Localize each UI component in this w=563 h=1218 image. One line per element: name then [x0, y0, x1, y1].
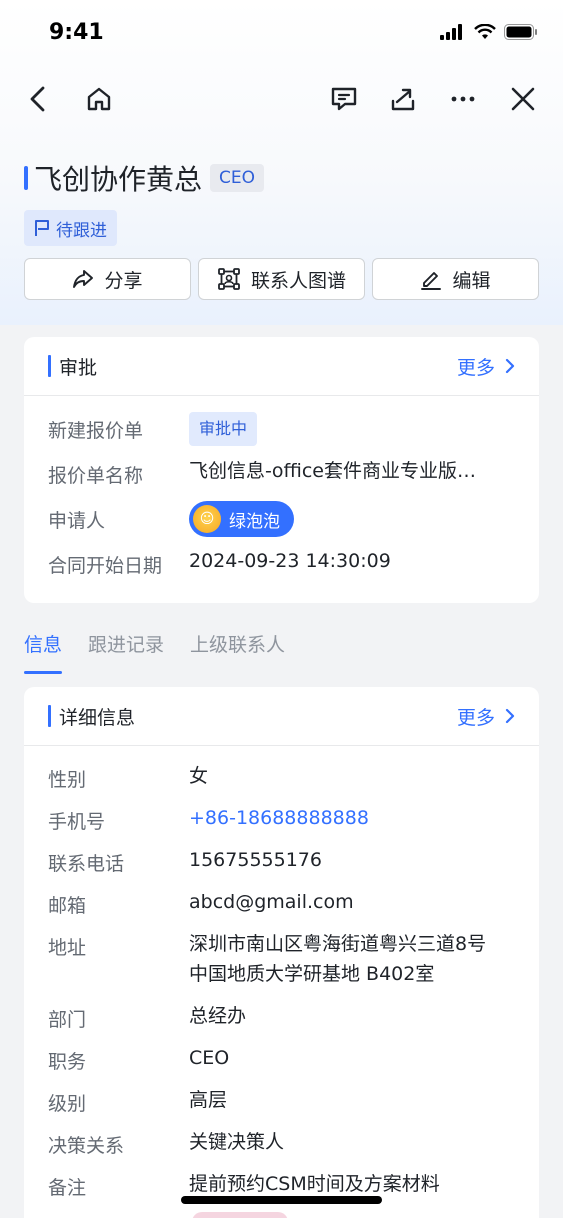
tab-info[interactable]: 信息 [24, 630, 63, 674]
home-indicator [181, 1196, 382, 1204]
graph-icon [218, 268, 240, 290]
job-title-value: CEO [189, 1047, 230, 1069]
position-badge: CEO [210, 164, 265, 192]
applicant-name: 绿泡泡 [229, 511, 280, 532]
tab-superior-contact[interactable]: 上级联系人 [190, 630, 285, 674]
contact-graph-label: 联系人图谱 [250, 269, 346, 292]
approval-card-header: 审批 更多 [24, 337, 539, 396]
approval-card: 审批 更多 新建报价单 审批中 报价单名称 飞创信息-office套件商业专业版… [24, 337, 539, 603]
edit-icon [421, 272, 442, 290]
approval-more-link[interactable]: 更多 [457, 353, 515, 380]
detail-card: 详细信息 更多 性别 女 手机号 +86-18688888888 联系电话 15… [24, 687, 539, 1218]
page-title: 飞创协作黄总 [34, 163, 203, 196]
email-label: 邮箱 [48, 895, 87, 917]
title-accent-bar [24, 166, 28, 190]
more-horizontal-icon [451, 96, 475, 102]
comment-icon [331, 87, 357, 111]
quote-name-value: 飞创信息-office套件商业专业版… [189, 460, 476, 482]
phone-value: 15675555176 [189, 849, 322, 871]
applicant-chip-wrap: ☺ 绿泡泡 [189, 501, 294, 537]
status-time: 9:41 [49, 20, 104, 45]
back-button[interactable] [21, 82, 55, 116]
contact-graph-button[interactable]: 联系人图谱 [198, 258, 365, 300]
approval-more-label: 更多 [456, 356, 495, 379]
avatar: ☺ [193, 505, 221, 533]
address-value: 深圳市南山区粤海街道粤兴三道8号中国地质大学研基地 B402室 [189, 933, 487, 985]
forward-button[interactable] [386, 82, 420, 116]
department-value: 总经办 [189, 1005, 247, 1027]
action-row: 分享 联系人图谱 编辑 [24, 258, 539, 300]
battery-icon [504, 24, 537, 40]
quote-name-label: 报价单名称 [48, 465, 144, 487]
share-button-label: 分享 [104, 269, 143, 292]
detail-more-label: 更多 [456, 706, 495, 729]
gender-value: 女 [189, 765, 209, 787]
remark-value: 提前预约CSM时间及方案材料 [189, 1173, 440, 1195]
next-row-avatar-peek [192, 1212, 288, 1218]
level-value: 高层 [189, 1089, 228, 1111]
section-accent-bar [48, 355, 51, 377]
share-icon [73, 270, 94, 288]
job-title-label: 职务 [48, 1051, 87, 1073]
status-tag-label: 待跟进 [56, 220, 107, 241]
address-label: 地址 [48, 937, 87, 959]
chevron-left-icon [30, 86, 45, 112]
approval-row-label: 新建报价单 [48, 420, 144, 442]
chevron-right-icon [505, 708, 515, 724]
applicant-label: 申请人 [48, 510, 106, 532]
close-button[interactable] [506, 82, 540, 116]
home-icon [87, 87, 111, 111]
remark-label: 备注 [48, 1177, 87, 1199]
nav-bar [0, 76, 563, 122]
detail-card-header: 详细信息 更多 [24, 687, 539, 746]
department-label: 部门 [48, 1009, 87, 1031]
detail-card-title: 详细信息 [59, 706, 136, 729]
flag-icon [35, 220, 49, 236]
status-icons [440, 24, 538, 40]
tab-follow-up[interactable]: 跟进记录 [88, 630, 164, 674]
more-button[interactable] [446, 82, 480, 116]
edit-button-label: 编辑 [452, 269, 491, 292]
comment-button[interactable] [327, 82, 361, 116]
contract-start-value: 2024-09-23 14:30:09 [189, 550, 391, 572]
signal-icon [440, 24, 462, 40]
edit-button[interactable]: 编辑 [372, 258, 539, 300]
close-icon [511, 87, 535, 111]
level-label: 级别 [48, 1093, 87, 1115]
contract-start-label: 合同开始日期 [48, 555, 163, 577]
gender-label: 性别 [48, 769, 87, 791]
follow-up-status-tag[interactable]: 待跟进 [24, 210, 117, 246]
contact-title-row: 飞创协作黄总 CEO [24, 158, 265, 198]
applicant-chip[interactable]: ☺ 绿泡泡 [189, 501, 294, 537]
email-value: abcd@gmail.com [189, 891, 354, 913]
status-bar: 9:41 [0, 0, 563, 66]
forward-icon [391, 88, 415, 111]
decision-role-label: 决策关系 [48, 1135, 125, 1157]
section-accent-bar [48, 705, 51, 727]
mobile-label: 手机号 [48, 811, 106, 833]
decision-role-value: 关键决策人 [189, 1131, 285, 1153]
phone-label: 联系电话 [48, 853, 125, 875]
approval-status-badge: 审批中 [189, 412, 258, 446]
wifi-icon [474, 24, 496, 39]
approval-status-badge-wrap: 审批中 [189, 412, 258, 446]
home-button[interactable] [82, 82, 116, 116]
mobile-link[interactable]: +86-18688888888 [189, 803, 519, 833]
share-button[interactable]: 分享 [24, 258, 191, 300]
chevron-right-icon [505, 358, 515, 374]
tab-bar: 信息 跟进记录 上级联系人 [24, 630, 285, 674]
approval-card-title: 审批 [59, 356, 98, 379]
detail-more-link[interactable]: 更多 [457, 703, 515, 730]
